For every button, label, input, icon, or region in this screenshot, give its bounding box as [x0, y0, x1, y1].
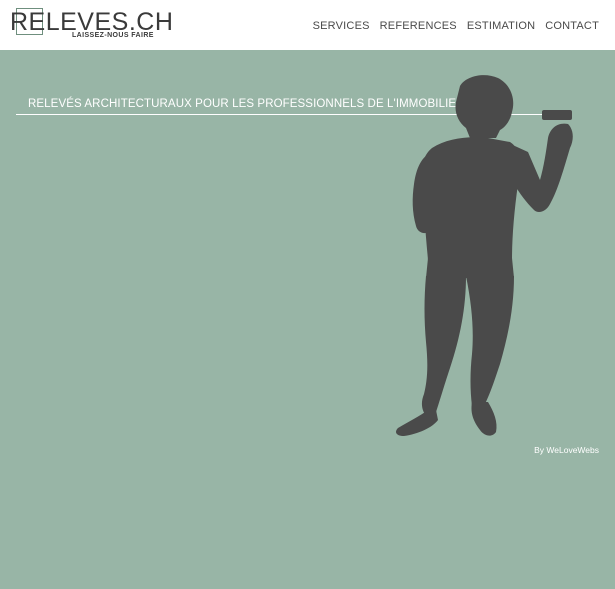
main-nav: SERVICES REFERENCES ESTIMATION CONTACT — [313, 20, 599, 32]
site-logo[interactable]: RELEVES.CH LAISSEZ-NOUS FAIRE — [10, 8, 173, 42]
person-measuring-silhouette-icon — [396, 75, 573, 436]
nav-item-services[interactable]: SERVICES — [313, 20, 370, 32]
nav-item-references[interactable]: REFERENCES — [380, 20, 457, 32]
logo-tagline: LAISSEZ-NOUS FAIRE — [72, 32, 154, 39]
nav-item-estimation[interactable]: ESTIMATION — [467, 20, 535, 32]
nav-item-contact[interactable]: CONTACT — [545, 20, 599, 32]
footer-credit-link[interactable]: By WeLoveWebs — [534, 445, 599, 455]
site-header: RELEVES.CH LAISSEZ-NOUS FAIRE SERVICES R… — [0, 0, 615, 50]
